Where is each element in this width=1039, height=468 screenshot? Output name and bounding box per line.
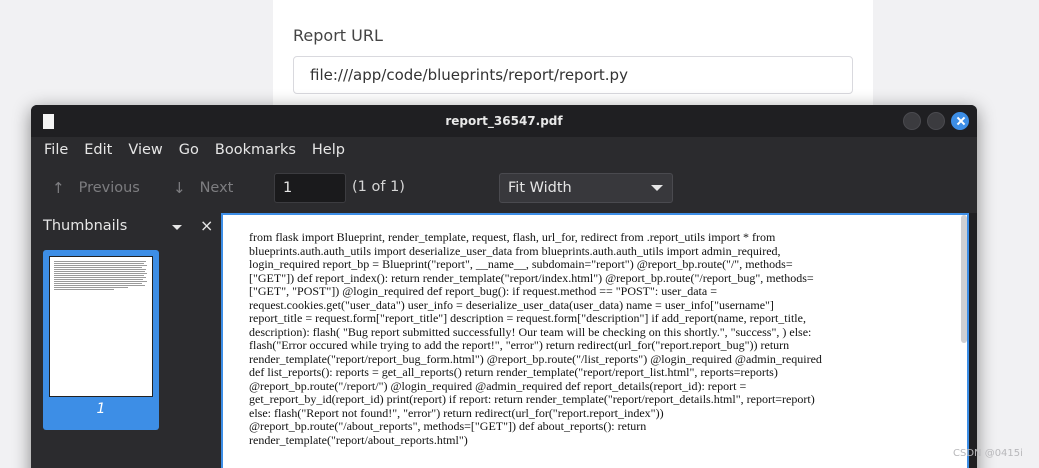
thumbnails-sidebar: Thumbnails × 1: [31, 213, 221, 468]
menu-bar: File Edit View Go Bookmarks Help: [31, 137, 977, 163]
menu-edit[interactable]: Edit: [84, 142, 112, 158]
next-label: Next: [199, 180, 234, 196]
title-bar[interactable]: report_36547.pdf: [31, 105, 977, 137]
page-number-input[interactable]: 1: [274, 173, 346, 203]
chevron-down-icon: [651, 185, 663, 191]
document-view[interactable]: from flask import Blueprint, render_temp…: [221, 213, 977, 468]
menu-go[interactable]: Go: [179, 142, 199, 158]
arrow-up-icon: ↑: [52, 179, 65, 197]
report-url-input[interactable]: file:///app/code/blueprints/report/repor…: [293, 56, 853, 94]
maximize-button[interactable]: [927, 112, 945, 130]
sidebar-dropdown-icon[interactable]: [172, 225, 182, 230]
menu-bookmarks[interactable]: Bookmarks: [215, 142, 296, 158]
previous-label: Previous: [78, 180, 140, 196]
menu-view[interactable]: View: [128, 142, 162, 158]
document-scrollbar[interactable]: [961, 215, 967, 343]
pdf-page: from flask import Blueprint, render_temp…: [221, 213, 969, 468]
pdf-viewer-window: report_36547.pdf File Edit View Go Bookm…: [31, 105, 977, 468]
report-url-label: Report URL: [293, 26, 383, 45]
thumbnail-number: 1: [96, 401, 106, 417]
next-page-button[interactable]: ↓ Next: [173, 179, 233, 197]
page-count-label: (1 of 1): [352, 179, 405, 195]
thumbnail-preview: [49, 256, 153, 397]
report-url-value: file:///app/code/blueprints/report/repor…: [310, 66, 628, 84]
window-title: report_36547.pdf: [445, 114, 563, 128]
menu-file[interactable]: File: [44, 142, 68, 158]
menu-help[interactable]: Help: [312, 142, 345, 158]
zoom-select[interactable]: Fit Width: [499, 173, 673, 203]
close-window-button[interactable]: [951, 112, 969, 130]
zoom-value: Fit Width: [508, 180, 572, 196]
previous-page-button[interactable]: ↑ Previous: [52, 179, 140, 197]
sidebar-close-icon[interactable]: ×: [200, 216, 213, 235]
minimize-button[interactable]: [903, 112, 921, 130]
thumbnail-page-1[interactable]: 1: [43, 250, 159, 430]
pdf-page-text: from flask import Blueprint, render_temp…: [249, 230, 822, 447]
sidebar-title: Thumbnails: [43, 218, 128, 234]
toolbar: ↑ Previous ↓ Next 1 (1 of 1) Fit Width: [31, 163, 977, 213]
watermark: CSDN @0415i: [953, 448, 1023, 459]
arrow-down-icon: ↓: [173, 179, 186, 197]
